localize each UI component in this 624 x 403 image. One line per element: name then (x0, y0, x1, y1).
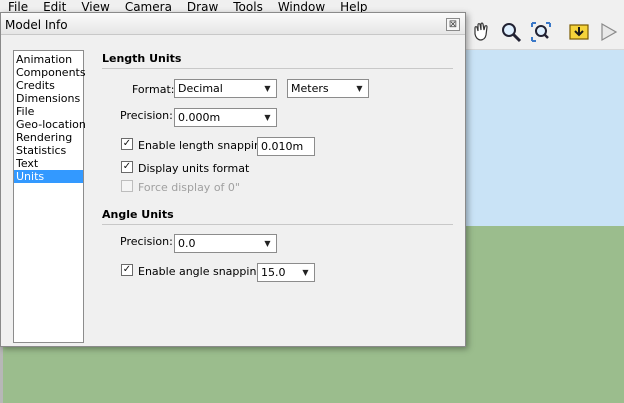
format-select-value: Decimal (178, 82, 223, 95)
category-item-animation[interactable]: Animation (14, 53, 83, 66)
angle-snapping-value: 15.0 (261, 266, 286, 279)
length-units-heading: Length Units (102, 52, 182, 65)
category-item-components[interactable]: Components (14, 66, 86, 79)
display-units-label: Display units format (138, 162, 250, 175)
angle-snapping-label: Enable angle snapping (138, 265, 264, 278)
angle-precision-select[interactable]: 0.0 ▼ (174, 234, 277, 253)
category-item-geo-location[interactable]: Geo-location (14, 118, 86, 131)
force-display-checkbox (121, 180, 133, 192)
zoom-icon[interactable] (497, 18, 525, 46)
angle-precision-label: Precision: (120, 235, 173, 248)
length-units-divider (102, 68, 453, 69)
chevron-down-icon: ▼ (264, 84, 271, 93)
length-snapping-checkbox[interactable]: ✓ (121, 138, 133, 150)
category-item-rendering[interactable]: Rendering (14, 131, 83, 144)
send-to-layout-icon[interactable] (595, 18, 623, 46)
category-item-statistics[interactable]: Statistics (14, 144, 83, 157)
chevron-down-icon: ▼ (264, 113, 271, 122)
angle-precision-value: 0.0 (178, 237, 196, 250)
category-item-units[interactable]: Units (14, 170, 83, 183)
model-info-dialog: Model Info ⊠ Animation Components Credit… (0, 12, 466, 347)
format-select[interactable]: Decimal ▼ (174, 79, 277, 98)
category-item-file[interactable]: File (14, 105, 83, 118)
force-display-label: Force display of 0" (138, 181, 240, 194)
unit-select[interactable]: Meters ▼ (287, 79, 369, 98)
length-snapping-label: Enable length snapping (138, 139, 268, 152)
angle-units-divider (102, 224, 453, 225)
chevron-down-icon: ▼ (356, 84, 363, 93)
zoom-extents-icon[interactable] (527, 18, 555, 46)
unit-select-value: Meters (291, 82, 329, 95)
length-precision-select[interactable]: 0.000m ▼ (174, 108, 277, 127)
pan-icon[interactable] (467, 18, 495, 46)
format-label: Format: (132, 83, 175, 96)
length-snapping-field[interactable]: 0.010m (257, 137, 315, 156)
close-button[interactable]: ⊠ (446, 18, 460, 31)
category-item-dimensions[interactable]: Dimensions (14, 92, 83, 105)
warehouse-icon[interactable] (565, 18, 593, 46)
angle-snapping-select[interactable]: 15.0 ▼ (257, 263, 315, 282)
length-snapping-value: 0.010m (261, 140, 304, 153)
chevron-down-icon: ▼ (302, 268, 309, 277)
category-list[interactable]: Animation Components Credits Dimensions … (13, 50, 86, 343)
close-icon: ⊠ (448, 19, 458, 30)
category-item-text[interactable]: Text (14, 157, 83, 170)
length-precision-label: Precision: (120, 109, 173, 122)
category-item-credits[interactable]: Credits (14, 79, 83, 92)
angle-snapping-checkbox[interactable]: ✓ (121, 264, 133, 276)
chevron-down-icon: ▼ (264, 239, 271, 248)
length-precision-value: 0.000m (178, 111, 221, 124)
dialog-title: Model Info (5, 18, 68, 32)
dialog-titlebar[interactable]: Model Info ⊠ (1, 13, 465, 35)
angle-units-heading: Angle Units (102, 208, 174, 221)
display-units-checkbox[interactable]: ✓ (121, 161, 133, 173)
